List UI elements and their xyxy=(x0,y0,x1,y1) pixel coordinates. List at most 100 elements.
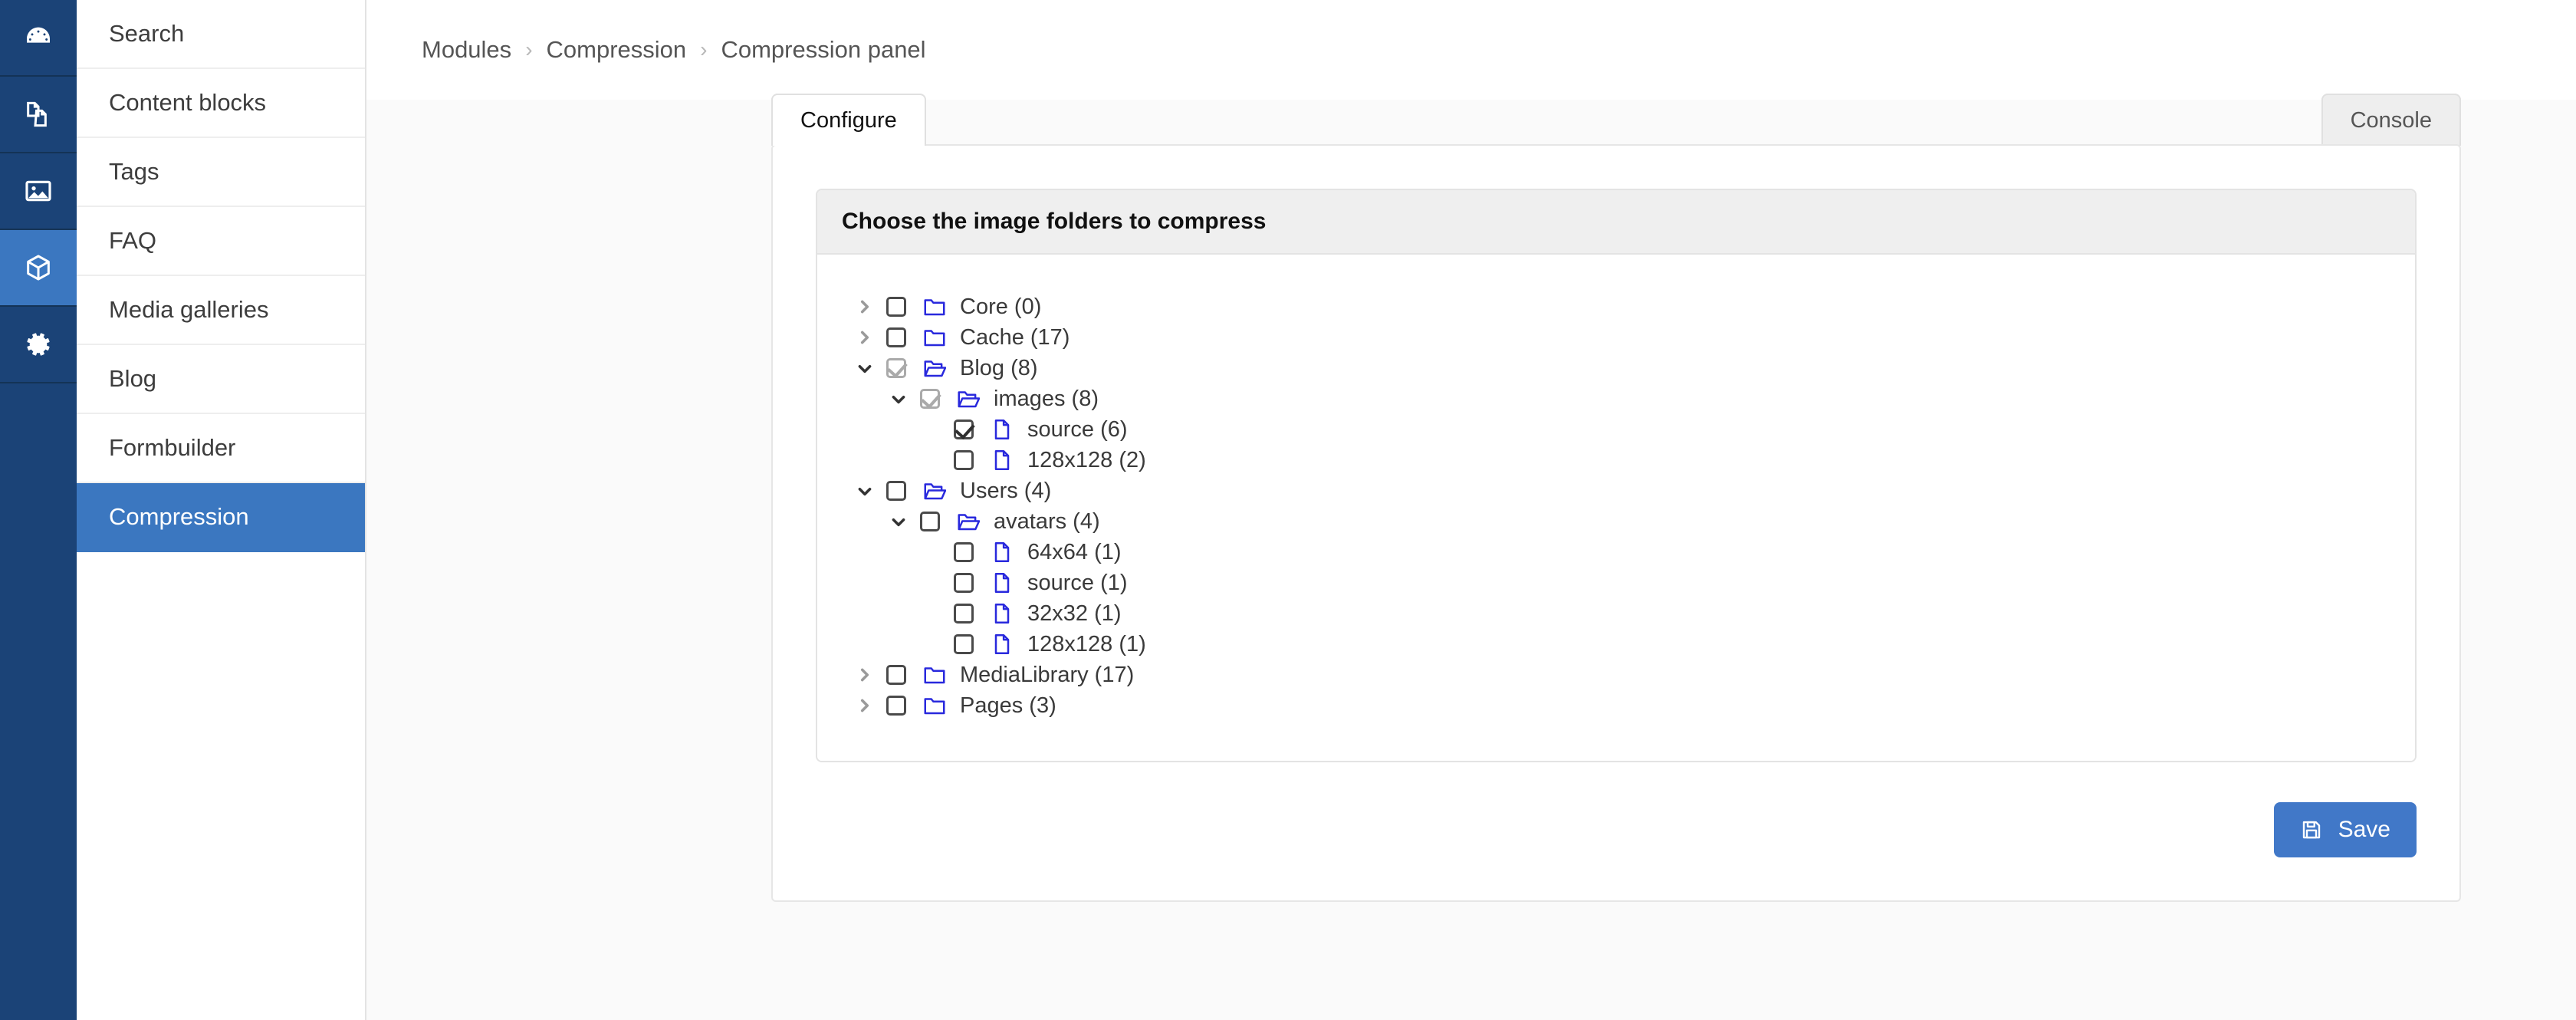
tree-row-label[interactable]: avatars (4) xyxy=(994,506,1100,537)
tree-row[interactable]: Users (4) xyxy=(848,475,2384,506)
breadcrumb: Modules › Compression › Compression pane… xyxy=(366,0,2576,100)
dashboard-gauge-icon xyxy=(23,22,54,53)
folder-tree: Core (0) Cache (17) Blog (8) images (8) sour… xyxy=(848,291,2384,721)
tree-row[interactable]: Cache (17) xyxy=(848,322,2384,353)
sidebar-item-label: Compression xyxy=(109,503,249,530)
file-icon xyxy=(991,633,1014,656)
sidebar-item-blog[interactable]: Blog xyxy=(77,345,365,414)
sidebar-item-media-galleries[interactable]: Media galleries xyxy=(77,276,365,345)
tree-checkbox-unchecked[interactable] xyxy=(954,450,974,470)
tab-bar: Configure Console xyxy=(366,94,2461,146)
tree-row-label[interactable]: Users (4) xyxy=(960,475,1051,506)
chevron-right-icon[interactable] xyxy=(848,329,882,346)
rail-item-modules[interactable] xyxy=(0,230,77,307)
tree-row-label[interactable]: Blog (8) xyxy=(960,353,1038,383)
tree-checkbox-unchecked[interactable] xyxy=(954,542,974,562)
rail-filler xyxy=(0,383,77,1020)
tree-checkbox-partial[interactable] xyxy=(886,358,906,378)
folder-closed-icon xyxy=(923,295,946,318)
tree-checkbox-unchecked[interactable] xyxy=(954,634,974,654)
sidebar-item-tags[interactable]: Tags xyxy=(77,138,365,207)
settings-gear-icon xyxy=(23,329,54,360)
tree-checkbox-unchecked[interactable] xyxy=(886,696,906,716)
content-pages-icon xyxy=(23,99,54,130)
chevron-right-icon[interactable] xyxy=(848,298,882,315)
folder-open-icon xyxy=(923,357,946,380)
sidebar-nav: Search Content blocks Tags FAQ Media gal… xyxy=(77,0,366,1020)
tree-row[interactable]: Pages (3) xyxy=(848,690,2384,721)
rail-item-content[interactable] xyxy=(0,77,77,153)
tree-row[interactable]: 64x64 (1) xyxy=(848,537,2384,568)
tree-row-label[interactable]: images (8) xyxy=(994,383,1099,414)
tree-row-label[interactable]: 32x32 (1) xyxy=(1027,598,1122,629)
file-icon xyxy=(991,571,1014,594)
tree-checkbox-unchecked[interactable] xyxy=(954,604,974,624)
tree-row[interactable]: Core (0) xyxy=(848,291,2384,322)
sidebar-filler xyxy=(77,552,365,1020)
breadcrumb-item-modules[interactable]: Modules xyxy=(422,36,511,64)
tree-row-label[interactable]: MediaLibrary (17) xyxy=(960,660,1134,690)
breadcrumb-item-compression[interactable]: Compression xyxy=(547,36,687,64)
file-icon xyxy=(991,541,1014,564)
tree-row[interactable]: 32x32 (1) xyxy=(848,598,2384,629)
folder-open-icon xyxy=(923,479,946,502)
tree-row[interactable]: 128x128 (1) xyxy=(848,629,2384,660)
tree-row-label[interactable]: 64x64 (1) xyxy=(1027,537,1122,568)
sidebar-item-compression[interactable]: Compression xyxy=(77,483,365,552)
breadcrumb-separator-icon: › xyxy=(525,38,533,61)
tree-checkbox-unchecked[interactable] xyxy=(886,327,906,347)
chevron-right-icon[interactable] xyxy=(848,697,882,714)
chevron-down-icon[interactable] xyxy=(848,482,882,499)
chevron-right-icon[interactable] xyxy=(848,666,882,683)
sidebar-item-faq[interactable]: FAQ xyxy=(77,207,365,276)
tree-checkbox-partial[interactable] xyxy=(920,389,940,409)
tab-configure[interactable]: Configure xyxy=(771,94,926,146)
tree-row[interactable]: Blog (8) xyxy=(848,353,2384,383)
rail-item-dashboard[interactable] xyxy=(0,0,77,77)
chevron-down-icon[interactable] xyxy=(848,360,882,377)
tree-checkbox-unchecked[interactable] xyxy=(886,297,906,317)
tree-row[interactable]: images (8) xyxy=(848,383,2384,414)
tab-console[interactable]: Console xyxy=(2321,94,2461,146)
tree-row[interactable]: source (6) xyxy=(848,414,2384,445)
tree-checkbox-unchecked[interactable] xyxy=(886,665,906,685)
tree-row-label[interactable]: Cache (17) xyxy=(960,322,1070,353)
tree-row-label[interactable]: Pages (3) xyxy=(960,690,1056,721)
folder-closed-icon xyxy=(923,694,946,717)
tree-row[interactable]: source (1) xyxy=(848,568,2384,598)
tree-row[interactable]: 128x128 (2) xyxy=(848,445,2384,475)
tree-row-label[interactable]: source (1) xyxy=(1027,568,1128,598)
app-root: Search Content blocks Tags FAQ Media gal… xyxy=(0,0,2576,1020)
sidebar-item-content-blocks[interactable]: Content blocks xyxy=(77,69,365,138)
tree-checkbox-unchecked[interactable] xyxy=(920,512,940,531)
file-icon xyxy=(991,418,1014,441)
tree-row-label[interactable]: source (6) xyxy=(1027,414,1128,445)
sidebar-item-formbuilder[interactable]: Formbuilder xyxy=(77,414,365,483)
tree-row-label[interactable]: 128x128 (2) xyxy=(1027,445,1146,475)
folder-closed-icon xyxy=(923,663,946,686)
save-button[interactable]: Save xyxy=(2273,802,2417,857)
rail-item-media[interactable] xyxy=(0,153,77,230)
sidebar-item-label: Search xyxy=(109,20,185,47)
file-icon xyxy=(991,449,1014,472)
chevron-down-icon[interactable] xyxy=(882,390,915,407)
sidebar-item-label: Blog xyxy=(109,365,157,392)
tree-checkbox-checked[interactable] xyxy=(954,420,974,439)
tree-checkbox-unchecked[interactable] xyxy=(886,481,906,501)
sidebar-item-search[interactable]: Search xyxy=(77,0,365,69)
tree-row[interactable]: MediaLibrary (17) xyxy=(848,660,2384,690)
sidebar-item-label: Content blocks xyxy=(109,89,267,116)
tree-row-label[interactable]: 128x128 (1) xyxy=(1027,629,1146,660)
breadcrumb-separator-icon: › xyxy=(700,38,708,61)
breadcrumb-item-compression-panel: Compression panel xyxy=(721,36,926,63)
tree-row[interactable]: avatars (4) xyxy=(848,506,2384,537)
rail-item-settings[interactable] xyxy=(0,307,77,383)
folder-open-icon xyxy=(957,387,980,410)
modules-box-icon xyxy=(23,252,54,283)
tree-checkbox-unchecked[interactable] xyxy=(954,573,974,593)
tree-row-label[interactable]: Core (0) xyxy=(960,291,1041,322)
sidebar-item-label: FAQ xyxy=(109,227,157,254)
folder-open-icon xyxy=(957,510,980,533)
main-area: Modules › Compression › Compression pane… xyxy=(366,0,2576,1020)
chevron-down-icon[interactable] xyxy=(882,513,915,530)
